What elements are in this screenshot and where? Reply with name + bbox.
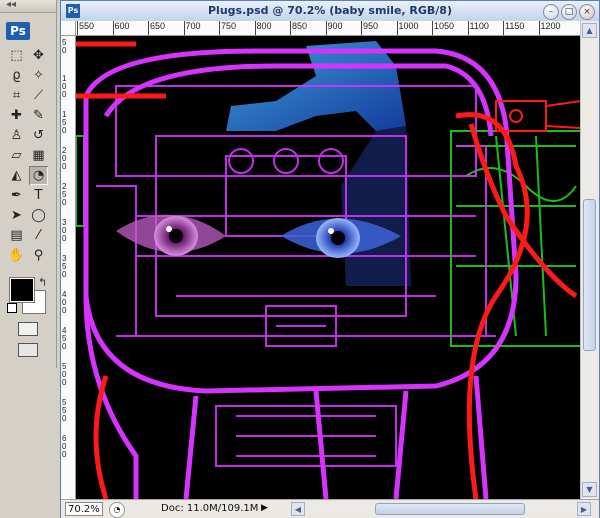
document-window: Ps Plugs.psd @ 70.2% (baby smile, RGB/8)… <box>60 0 600 518</box>
ruler-tick-label: 750 <box>218 21 237 35</box>
type-tool[interactable]: T <box>29 186 48 205</box>
ruler-tick-label: 1200 <box>538 21 561 35</box>
blur-tool[interactable]: ◭ <box>7 166 26 185</box>
marquee-tool[interactable]: ⬚ <box>7 46 26 65</box>
ruler-tick-label: 600 <box>112 21 130 35</box>
title-bar[interactable]: Ps Plugs.psd @ 70.2% (baby smile, RGB/8)… <box>61 1 599 22</box>
brush-tool[interactable]: ✎ <box>29 106 48 125</box>
lasso-tool[interactable]: ϱ <box>7 66 26 85</box>
notes-tool[interactable]: ▤ <box>7 226 26 245</box>
ruler-tick-label: 150 <box>62 110 67 135</box>
ruler-tick-label: 550 <box>76 21 95 35</box>
maximize-button[interactable]: □ <box>561 4 577 20</box>
ruler-tick-label: 800 <box>254 21 272 35</box>
ruler-origin[interactable] <box>61 21 76 36</box>
status-info-icon[interactable]: ◔ <box>109 502 125 518</box>
zoom-level-input[interactable]: 70.2% <box>65 502 103 516</box>
hand-tool[interactable]: ✋ <box>7 246 26 265</box>
gradient-tool[interactable]: ▦ <box>29 146 48 165</box>
ruler-tick-label: 600 <box>62 434 67 459</box>
ruler-tick-label: 100 <box>62 74 67 99</box>
zoom-tool[interactable]: ⚲ <box>29 246 48 265</box>
image-canvas[interactable] <box>76 36 581 499</box>
ruler-tick-label: 1000 <box>396 21 419 35</box>
crop-tool[interactable]: ⌗ <box>7 86 26 105</box>
minimize-button[interactable]: – <box>543 4 559 20</box>
ruler-tick-label: 50 <box>62 38 67 55</box>
status-menu-arrow-icon[interactable]: ▶ <box>261 503 268 513</box>
slice-tool[interactable]: ⟋ <box>29 86 48 105</box>
document-title: Plugs.psd @ 70.2% (baby smile, RGB/8) <box>207 4 452 17</box>
close-button[interactable]: × <box>579 4 595 20</box>
ruler-tick-label: 650 <box>147 21 166 35</box>
pen-tool[interactable]: ✒ <box>7 186 26 205</box>
palette-grip[interactable]: ◂◂ <box>0 0 56 13</box>
artwork-image <box>76 36 581 499</box>
ruler-tick-label: 1150 <box>502 21 525 35</box>
ruler-tick-label: 500 <box>62 362 67 387</box>
ruler-tick-label: 850 <box>289 21 308 35</box>
photoshop-logo: Ps <box>6 22 30 40</box>
ruler-tick-label: 550 <box>62 398 67 423</box>
quick-mask-icon[interactable] <box>18 322 38 336</box>
status-bar: 70.2% ◔ Doc: 11.0M/109.1M ▶ ◀ ▶ <box>61 499 599 518</box>
ruler-tick-label: 200 <box>62 146 67 171</box>
dodge-tool[interactable]: ◔ <box>29 166 48 185</box>
ruler-tick-label: 400 <box>62 290 67 315</box>
ruler-tick-label: 250 <box>62 182 67 207</box>
ruler-tick-label: 450 <box>62 326 67 351</box>
history-brush-tool[interactable]: ↺ <box>29 126 48 145</box>
eraser-tool[interactable]: ▱ <box>7 146 26 165</box>
ruler-tick-label: 350 <box>62 254 67 279</box>
vertical-scrollbar[interactable]: ▲ ▼ <box>580 21 599 499</box>
screen-mode-icon[interactable] <box>18 343 38 357</box>
horizontal-scrollbar[interactable]: ◀ ▶ <box>291 502 591 516</box>
default-colors-icon[interactable] <box>7 303 17 313</box>
document-size-info: Doc: 11.0M/109.1M <box>161 503 259 514</box>
ruler-tick-label: 1050 <box>431 21 455 35</box>
clone-stamp-tool[interactable]: ♙ <box>7 126 26 145</box>
vertical-ruler[interactable]: 50 100 150 200 250 300 350 400 450 500 550 600 <box>61 35 76 499</box>
ruler-tick-label: 300 <box>62 218 67 243</box>
ruler-tick-label: 1100 <box>467 21 489 35</box>
scroll-up-arrow-icon[interactable]: ▲ <box>582 23 597 38</box>
eyedropper-tool[interactable]: ⁄ <box>29 226 48 245</box>
scroll-right-arrow-icon[interactable]: ▶ <box>577 502 591 516</box>
foreground-color-swatch[interactable] <box>9 277 35 303</box>
ruler-tick-label: 900 <box>325 21 343 35</box>
scroll-down-arrow-icon[interactable]: ▼ <box>582 482 597 497</box>
swap-colors-icon[interactable]: ↰ <box>38 276 47 289</box>
scroll-left-arrow-icon[interactable]: ◀ <box>291 502 305 516</box>
tools-palette: ◂◂ Ps ⬚ ✥ ϱ ✧ ⌗ ⟋ ✚ ✎ ♙ ↺ ▱ ▦ ◭ ◔ ✒ T ➤ ◯ ▤ ⁄ ✋ ⚲ ↰ <box>0 0 57 368</box>
collapse-arrows-icon[interactable]: ◂◂ <box>6 0 16 10</box>
ruler-tick-label: 950 <box>360 21 379 35</box>
healing-brush-tool[interactable]: ✚ <box>7 106 26 125</box>
horizontal-ruler[interactable]: 550 600 650 700 750 800 850 900 950 1000 1050 1100 1… <box>61 21 581 36</box>
ruler-tick-label: 700 <box>183 21 201 35</box>
path-selection-tool[interactable]: ➤ <box>7 206 26 225</box>
horizontal-scroll-thumb[interactable] <box>375 503 525 515</box>
shape-tool[interactable]: ◯ <box>29 206 48 225</box>
vertical-scroll-thumb[interactable] <box>583 199 596 351</box>
magic-wand-tool[interactable]: ✧ <box>29 66 48 85</box>
move-tool[interactable]: ✥ <box>29 46 48 65</box>
